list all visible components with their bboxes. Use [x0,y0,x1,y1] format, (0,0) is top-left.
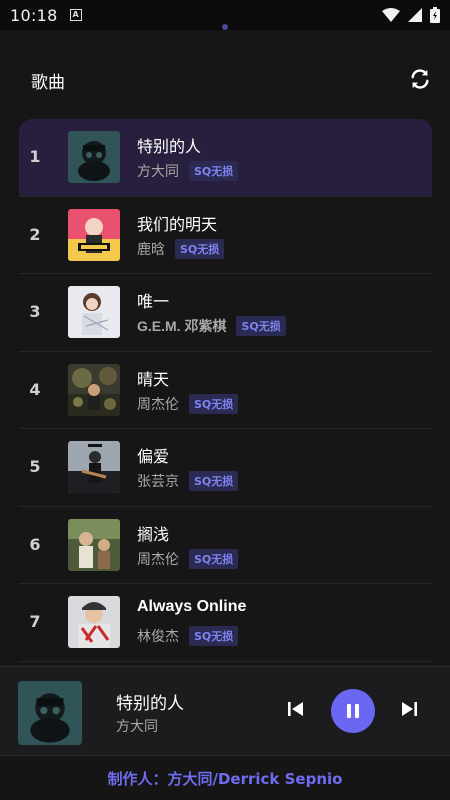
song-meta: 鹿晗 SQ无损 [137,238,225,259]
song-panel: 歌曲 1 特别的人 方大同 SQ无损 2 我们的明天 鹿晗 SQ无损 3 唯一 … [0,30,450,666]
footer: 制作人：方大同/Derrick Sepnio [0,755,450,800]
quality-badge: SQ无损 [236,316,286,336]
page-title: 歌曲 [31,73,65,93]
album-cover [68,286,120,338]
song-row-6[interactable]: 6 搁浅 周杰伦 SQ无损 [19,507,432,584]
quality-badge: SQ无损 [189,471,239,491]
song-list: 1 特别的人 方大同 SQ无损 2 我们的明天 鹿晗 SQ无损 3 唯一 G.E… [19,119,432,662]
song-row-5[interactable]: 5 偏爱 张芸京 SQ无损 [19,429,432,507]
song-meta: 林俊杰 SQ无损 [137,626,239,646]
status-icons [382,7,440,23]
song-row-1[interactable]: 1 特别的人 方大同 SQ无损 [19,119,432,197]
signal-icon [408,8,422,22]
quality-badge: SQ无损 [189,393,239,414]
song-meta: 方大同 SQ无损 [137,161,239,181]
song-index: 7 [29,612,41,631]
song-row-2[interactable]: 2 我们的明天 鹿晗 SQ无损 [19,197,432,274]
song-meta: 周杰伦 SQ无损 [137,393,239,414]
now-playing-cover[interactable] [18,681,82,745]
song-title: 偏爱 [137,447,170,466]
album-cover [68,596,120,648]
song-artist: G.E.M. 邓紫棋 [137,318,227,334]
album-cover [68,441,120,493]
song-artist: 周杰伦 [137,551,179,568]
song-index: 1 [29,147,41,166]
song-artist: 张芸京 [137,474,179,490]
song-meta: 周杰伦 SQ无损 [137,548,239,569]
quality-badge: SQ无损 [189,548,239,569]
now-playing-title: 特别的人 [116,694,184,714]
song-index: 4 [29,379,41,399]
song-title: 搁浅 [137,524,170,544]
quality-badge: SQ无损 [189,161,239,181]
quality-badge: SQ无损 [175,238,225,259]
wifi-icon [382,8,400,22]
song-meta: G.E.M. 邓紫棋 SQ无损 [137,316,286,336]
producer-credit: 制作人：方大同/Derrick Sepnio [107,769,343,788]
song-row-3[interactable]: 3 唯一 G.E.M. 邓紫棋 SQ无损 [19,274,432,352]
song-index: 3 [29,302,41,321]
status-time: 10:18 [10,5,58,25]
previous-icon[interactable] [285,698,307,720]
song-title: Always Online [137,598,247,615]
song-title: 我们的明天 [137,214,218,234]
a-icon: A [69,9,82,21]
song-index: 6 [29,534,41,554]
song-title: 特别的人 [137,137,202,156]
song-artist: 林俊杰 [137,629,179,645]
next-icon[interactable] [398,698,420,720]
song-title: 晴天 [137,369,170,389]
pause-button[interactable] [331,689,375,733]
quality-badge: SQ无损 [189,626,239,646]
now-playing-artist: 方大同 [116,719,158,735]
now-playing-bar[interactable]: 特别的人 方大同 [0,666,450,755]
battery-icon [430,7,440,23]
song-artist: 方大同 [137,164,179,180]
album-cover [68,363,120,416]
song-artist: 鹿晗 [137,241,165,258]
song-artist: 周杰伦 [137,396,179,413]
album-cover [68,131,120,183]
song-row-7[interactable]: 7 Always Online 林俊杰 SQ无损 [19,584,432,662]
song-index: 5 [29,457,41,476]
album-cover [68,518,120,571]
song-title: 唯一 [137,292,170,311]
refresh-icon[interactable] [409,68,431,90]
song-meta: 张芸京 SQ无损 [137,471,239,491]
album-cover [68,208,120,261]
pause-icon [347,704,359,718]
song-row-4[interactable]: 4 晴天 周杰伦 SQ无损 [19,352,432,429]
song-index: 2 [29,224,41,244]
